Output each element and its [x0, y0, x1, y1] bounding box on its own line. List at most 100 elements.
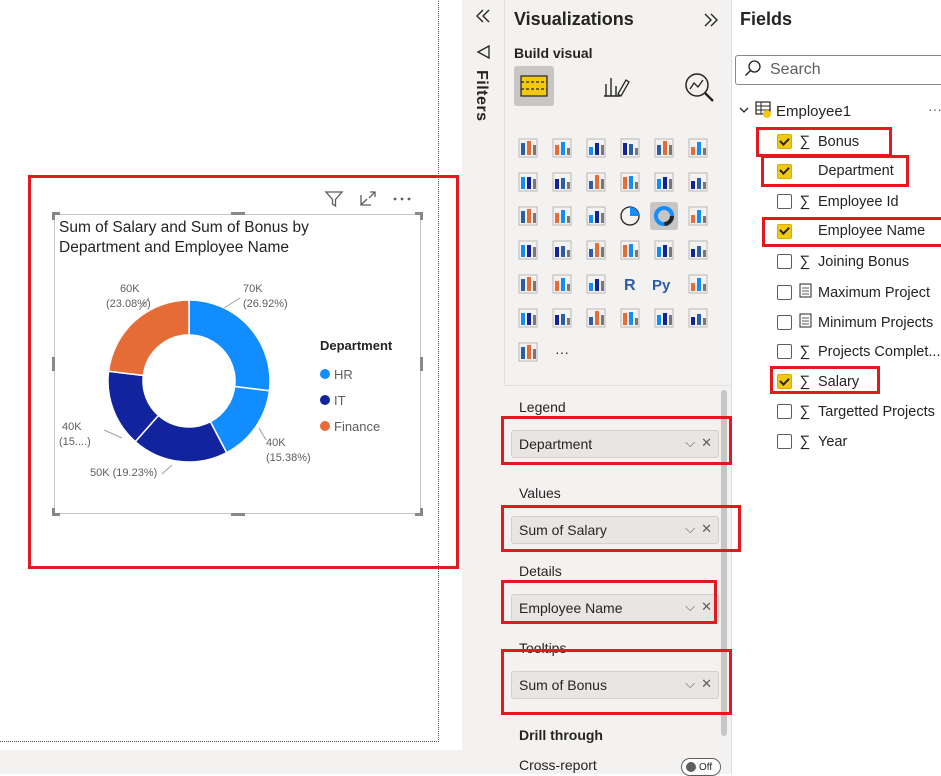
field-item-projects-complet[interactable]: ∑ Projects Complet... — [777, 343, 941, 360]
line-clustered-column-visual-icon[interactable] — [616, 168, 644, 196]
more-options-icon[interactable] — [392, 190, 412, 213]
field-checkbox[interactable] — [777, 344, 792, 359]
resize-handle[interactable] — [420, 357, 423, 371]
expand-chevrons-icon[interactable] — [701, 10, 721, 35]
stacked-column-visual-icon[interactable] — [548, 134, 576, 162]
resize-handle[interactable] — [52, 508, 55, 516]
tooltips-well-field[interactable]: Sum of Bonus ⌵ ✕ — [511, 671, 719, 699]
area-visual-icon[interactable] — [548, 168, 576, 196]
close-icon[interactable]: ✕ — [701, 521, 712, 537]
stacked-area-visual-icon[interactable] — [582, 168, 610, 196]
chevron-down-icon[interactable]: ⌵ — [685, 676, 695, 692]
stacked-bar-visual-icon[interactable] — [514, 134, 542, 162]
fields-search-input[interactable]: Search — [735, 55, 941, 85]
resize-handle[interactable] — [52, 212, 55, 220]
legend-item-hr[interactable]: HR — [320, 361, 392, 387]
visual-glyph — [620, 206, 640, 226]
field-item-joining-bonus[interactable]: ∑ Joining Bonus — [777, 253, 909, 270]
qa-visual-icon[interactable] — [548, 304, 576, 332]
slicer-visual-icon[interactable] — [514, 270, 542, 298]
field-item-maximum-project[interactable]: Maximum Project — [777, 283, 930, 302]
field-item-salary[interactable]: ∑ Salary — [777, 373, 859, 390]
smart-narrative-visual-icon[interactable] — [582, 304, 610, 332]
field-checkbox[interactable] — [777, 254, 792, 269]
field-item-targetted-projects[interactable]: ∑ Targetted Projects — [777, 403, 935, 420]
field-item-employee-name[interactable]: Employee Name — [777, 223, 925, 239]
analytics-tab-icon[interactable] — [682, 70, 716, 109]
filled-map-visual-icon[interactable] — [548, 236, 576, 264]
resize-handle[interactable] — [420, 508, 423, 516]
close-icon[interactable]: ✕ — [701, 676, 712, 692]
field-checkbox[interactable] — [777, 223, 792, 239]
chevron-down-icon[interactable]: ⌵ — [685, 521, 695, 537]
focus-mode-icon[interactable] — [358, 190, 378, 213]
matrix-visual-icon[interactable] — [582, 270, 610, 298]
power-automate-visual-icon[interactable] — [684, 304, 712, 332]
donut-slice-finance[interactable] — [107, 299, 190, 377]
gauge-visual-icon[interactable] — [582, 236, 610, 264]
card-visual-icon[interactable] — [616, 236, 644, 264]
filter-icon[interactable] — [324, 190, 344, 213]
key-influencers-visual-icon[interactable] — [684, 270, 712, 298]
power-apps-visual-icon[interactable] — [650, 304, 678, 332]
line-stacked-column-visual-icon[interactable] — [650, 168, 678, 196]
decomposition-tree-visual-icon[interactable] — [514, 304, 542, 332]
donut-slice-hr[interactable] — [188, 299, 271, 392]
table-visual-icon[interactable] — [548, 270, 576, 298]
cross-report-toggle[interactable]: Off — [681, 758, 721, 776]
legend-well-field[interactable]: Department ⌵ ✕ — [511, 430, 719, 458]
chevron-down-icon[interactable] — [738, 103, 750, 120]
filters-label[interactable]: Filters — [472, 70, 490, 122]
map-visual-icon[interactable] — [514, 236, 542, 264]
legend-item-finance[interactable]: Finance — [320, 413, 392, 439]
field-item-department[interactable]: Department — [777, 163, 894, 179]
field-item-employee-id[interactable]: ∑ Employee Id — [777, 193, 899, 210]
close-icon[interactable]: ✕ — [701, 435, 712, 451]
ribbon-visual-icon[interactable] — [684, 168, 712, 196]
field-checkbox[interactable] — [777, 134, 792, 149]
chevron-down-icon[interactable]: ⌵ — [685, 435, 695, 451]
field-item-year[interactable]: ∑ Year — [777, 433, 847, 450]
100-stacked-column-visual-icon[interactable] — [684, 134, 712, 162]
collapse-chevrons-icon[interactable] — [473, 6, 493, 31]
narrative-visual-icon[interactable] — [514, 338, 542, 366]
r-visual-visual-icon[interactable]: R — [616, 270, 644, 298]
fields-well-tab-icon[interactable] — [514, 66, 554, 106]
more-visual-icon[interactable]: ··· — [548, 338, 576, 366]
paginated-report-visual-icon[interactable] — [616, 304, 644, 332]
wells-scrollbar[interactable] — [721, 390, 727, 736]
chevron-down-icon[interactable]: ⌵ — [685, 599, 695, 615]
close-icon[interactable]: ✕ — [701, 599, 712, 615]
field-checkbox[interactable] — [777, 404, 792, 419]
waterfall-visual-icon[interactable] — [514, 202, 542, 230]
scatter-visual-icon[interactable] — [582, 202, 610, 230]
funnel-visual-icon[interactable] — [548, 202, 576, 230]
line-visual-icon[interactable] — [514, 168, 542, 196]
field-checkbox[interactable] — [777, 163, 792, 179]
table-node-employee1[interactable]: Employee1 — [738, 100, 851, 122]
resize-handle[interactable] — [231, 212, 245, 215]
legend-item-it[interactable]: IT — [320, 387, 392, 413]
treemap-visual-icon[interactable] — [684, 202, 712, 230]
python-visual-visual-icon[interactable]: Py — [650, 270, 678, 298]
format-visual-tab-icon[interactable] — [600, 70, 632, 107]
field-checkbox[interactable] — [777, 374, 792, 389]
values-well-field[interactable]: Sum of Salary ⌵ ✕ — [511, 516, 719, 544]
resize-handle[interactable] — [420, 212, 423, 220]
table-more-options-icon[interactable]: ··· — [928, 101, 941, 117]
field-checkbox[interactable] — [777, 285, 792, 300]
field-checkbox[interactable] — [777, 315, 792, 330]
donut-visual-icon[interactable] — [650, 202, 678, 230]
resize-handle[interactable] — [231, 513, 245, 516]
100-stacked-bar-visual-icon[interactable] — [650, 134, 678, 162]
field-item-bonus[interactable]: ∑ Bonus — [777, 133, 859, 150]
kpi-visual-icon[interactable] — [684, 236, 712, 264]
clustered-column-visual-icon[interactable] — [616, 134, 644, 162]
multi-row-card-visual-icon[interactable] — [650, 236, 678, 264]
details-well-field[interactable]: Employee Name ⌵ ✕ — [511, 594, 719, 622]
pie-visual-icon[interactable] — [616, 202, 644, 230]
field-checkbox[interactable] — [777, 434, 792, 449]
clustered-bar-visual-icon[interactable] — [582, 134, 610, 162]
field-item-minimum-projects[interactable]: Minimum Projects — [777, 313, 933, 332]
field-checkbox[interactable] — [777, 194, 792, 209]
